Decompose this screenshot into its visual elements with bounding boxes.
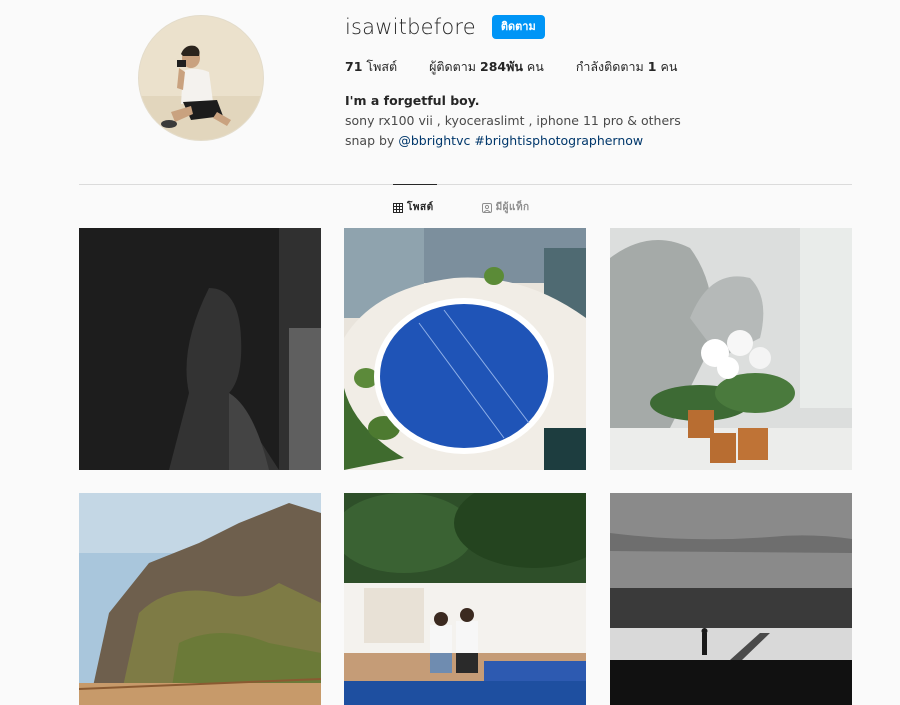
bio-hashtag-link[interactable]: #brightisphotographernow	[474, 133, 643, 148]
follow-button[interactable]: ติดตาม	[491, 15, 545, 39]
bio-mention-link[interactable]: @bbrightvc	[398, 133, 470, 148]
tab-tagged-label: มีผู้แท็ก	[495, 202, 530, 213]
tab-posts-label: โพสต์	[407, 202, 434, 213]
post-tile[interactable]	[79, 228, 321, 470]
post-tile[interactable]	[610, 228, 852, 470]
bio-gear-line: sony rx100 vii , kyoceraslimt , iphone 1…	[345, 113, 681, 128]
profile-page: isawitbefore ติดตาม 71 โพสต์ ผู้ติดตาม 2…	[0, 0, 900, 705]
mountain-cliff-photo	[79, 493, 321, 705]
avatar-photo	[139, 16, 263, 140]
following-count: 1	[647, 59, 657, 74]
grid-icon	[393, 202, 403, 213]
profile-tabs: โพสต์ มีผู้แท็ก	[393, 200, 530, 215]
post-tile[interactable]	[610, 493, 852, 705]
bio-snap-line: snap by @bbrightvc #brightisphotographer…	[345, 131, 681, 151]
swimming-pool-aerial-photo	[344, 228, 586, 470]
post-tile[interactable]	[344, 228, 586, 470]
post-tile[interactable]	[344, 493, 586, 705]
tab-posts[interactable]: โพสต์	[393, 200, 434, 215]
profile-username: isawitbefore	[345, 15, 476, 39]
couple-poolside-photo	[344, 493, 586, 705]
bio-snap-prefix: snap by	[345, 133, 395, 148]
profile-stats: 71 โพสต์ ผู้ติดตาม 284พัน คน กำลังติดตาม…	[345, 57, 677, 77]
username-row: isawitbefore ติดตาม	[345, 15, 545, 39]
posts-count: 71	[345, 59, 363, 74]
following-stat[interactable]: กำลังติดตาม 1 คน	[576, 57, 678, 77]
followers-stat[interactable]: ผู้ติดตาม 284พัน คน	[429, 57, 544, 77]
bw-portrait-window-photo	[79, 228, 321, 470]
tab-tagged[interactable]: มีผู้แท็ก	[481, 200, 530, 215]
posts-label: โพสต์	[366, 59, 398, 74]
bw-tunnel-photo	[610, 493, 852, 705]
profile-divider	[79, 184, 852, 185]
bio-name: I'm a forgetful boy.	[345, 93, 480, 108]
followers-prefix: ผู้ติดตาม	[429, 59, 477, 74]
profile-bio: I'm a forgetful boy. sony rx100 vii , ky…	[345, 91, 681, 151]
profile-avatar[interactable]	[138, 15, 264, 141]
following-prefix: กำลังติดตาม	[575, 59, 644, 74]
post-tile[interactable]	[79, 493, 321, 705]
following-suffix: คน	[660, 59, 678, 74]
followers-count: 284พัน	[480, 59, 523, 74]
tag-user-icon	[481, 202, 492, 213]
posts-stat[interactable]: 71 โพสต์	[345, 57, 397, 77]
followers-suffix: คน	[526, 59, 544, 74]
active-tab-indicator	[393, 184, 437, 185]
flowers-and-shadow-photo	[610, 228, 852, 470]
